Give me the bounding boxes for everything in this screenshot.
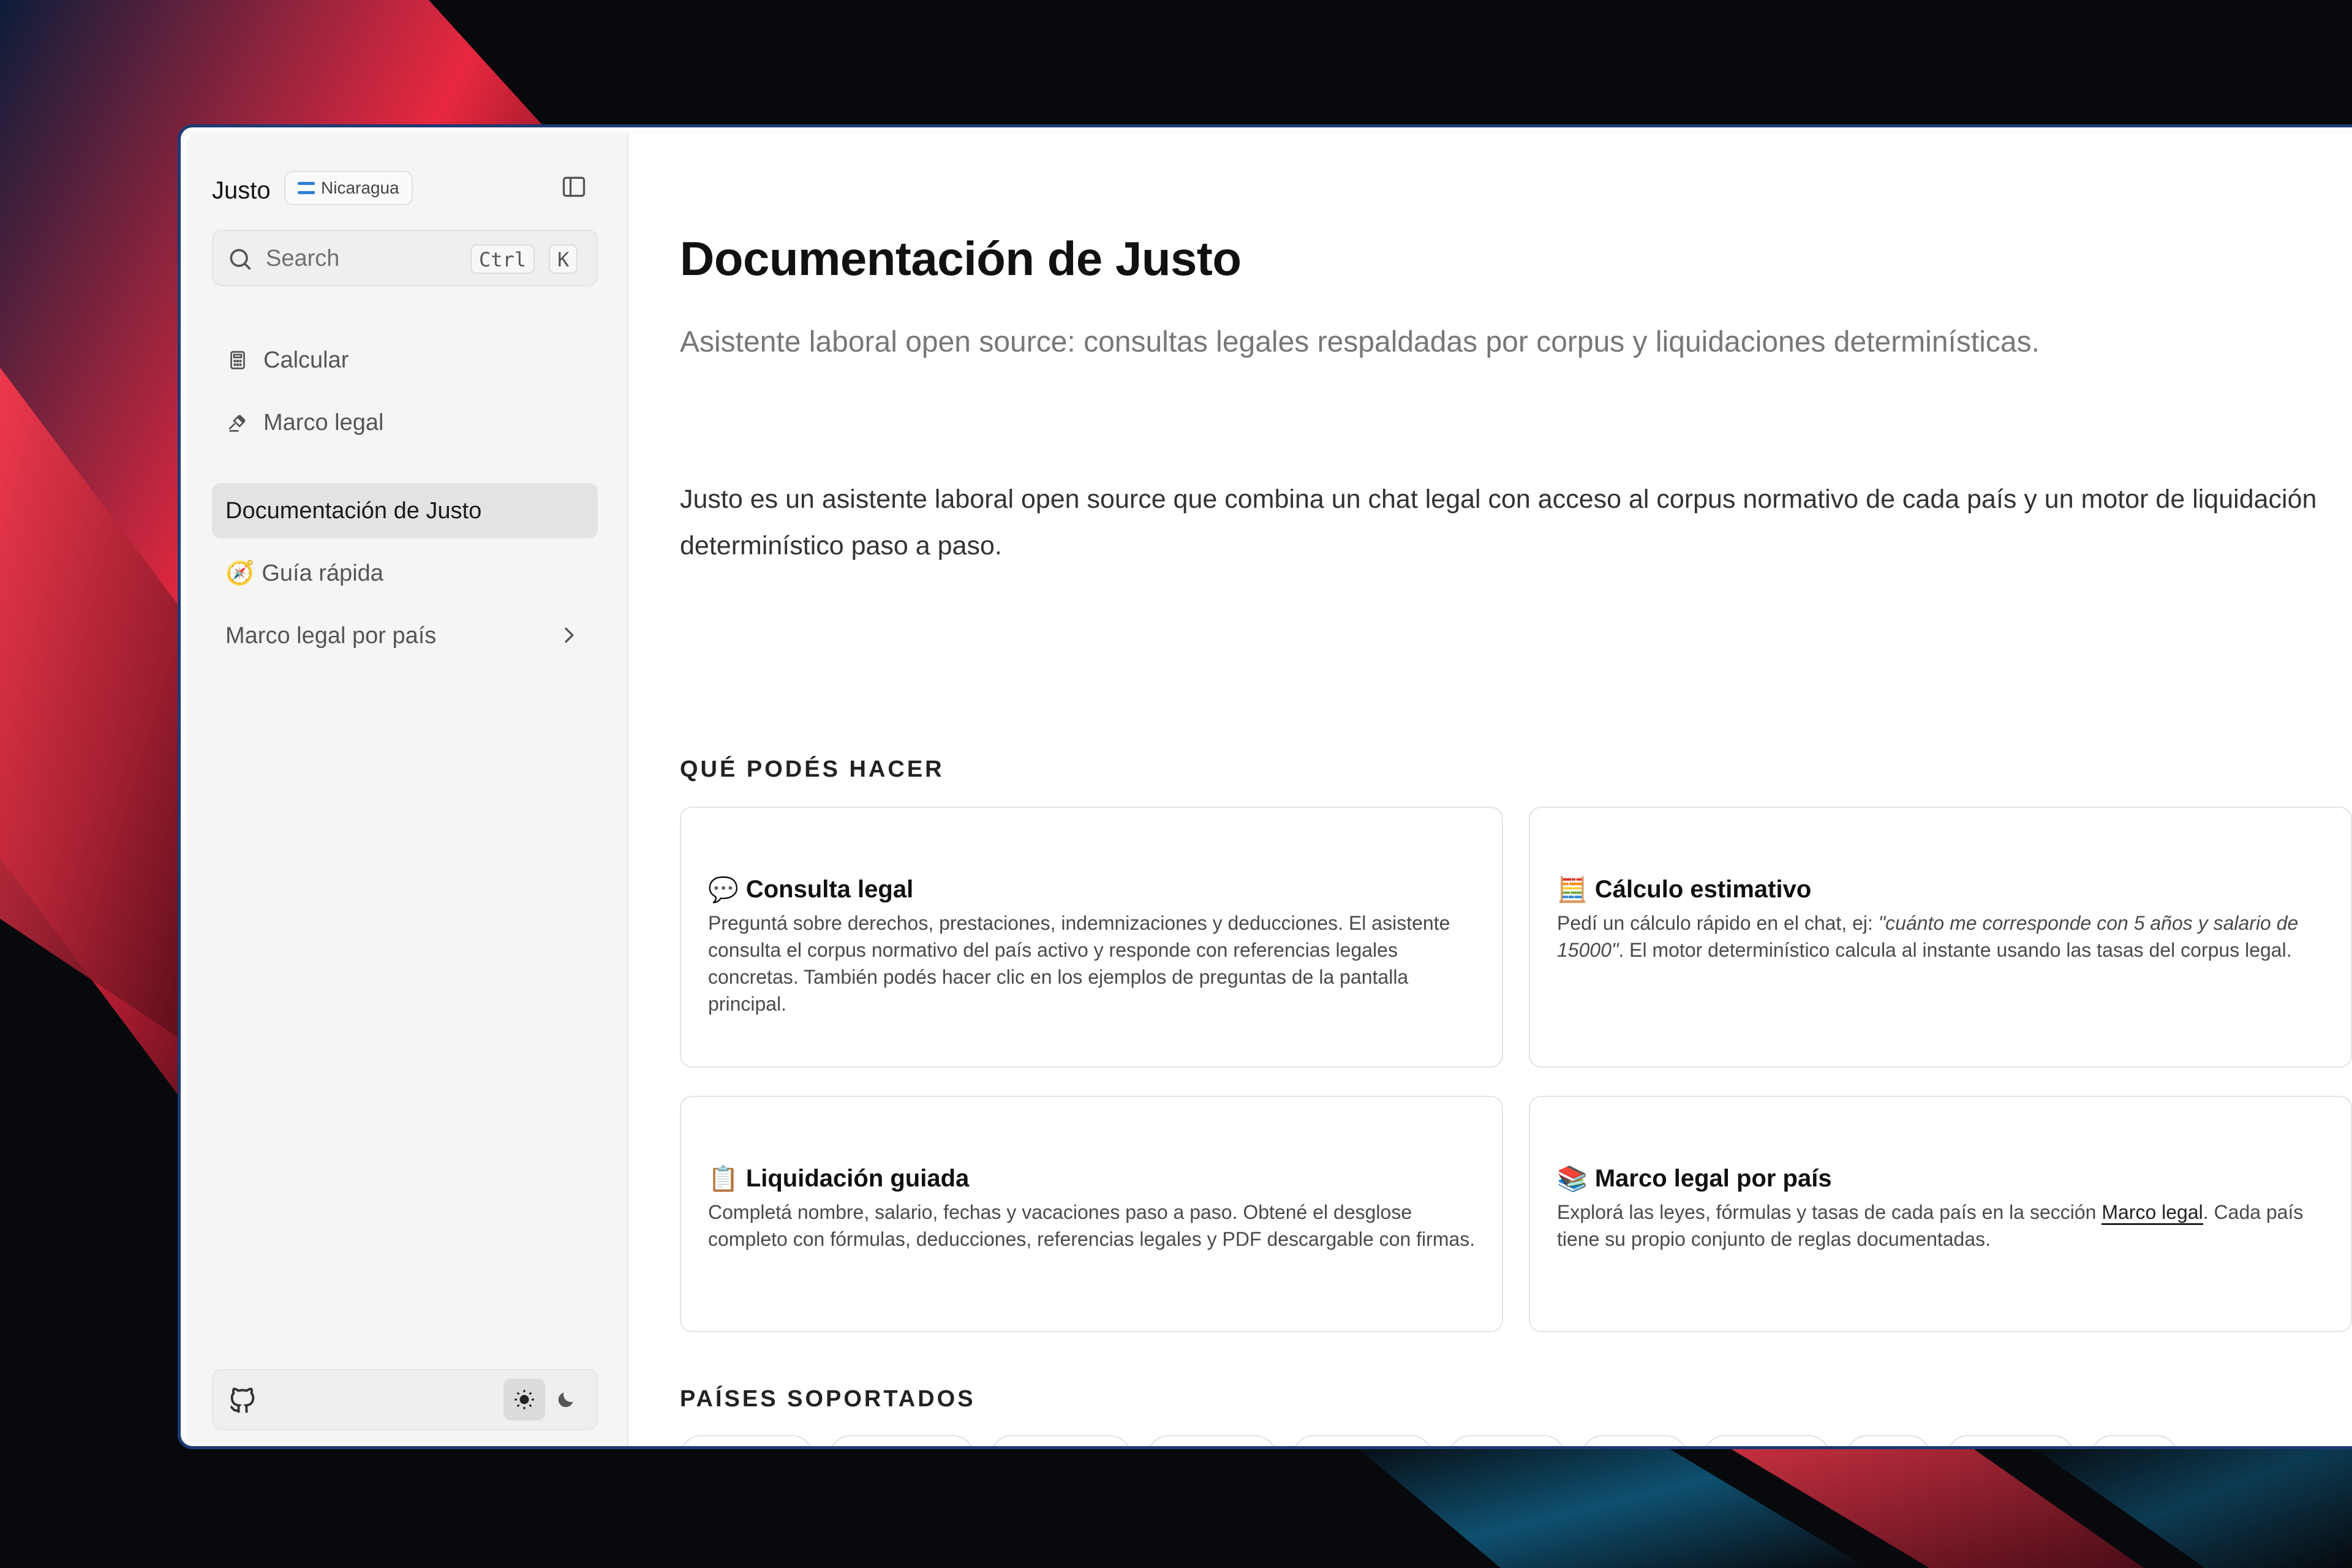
marco-legal-link[interactable]: Marco legal [2101,1201,2203,1225]
compass-icon: 🧭 [225,560,255,586]
sidebar-item-label: Guía rápida [262,560,383,586]
moon-icon [558,1392,573,1408]
shortcut-k: K [549,244,578,274]
sun-icon [514,1390,534,1409]
country-badge[interactable]: Nicaragua [284,171,413,205]
card-body-text: Pedí un cálculo rápido en el chat, ej: [1557,912,1879,934]
card-body-text: Explorá las leyes, fórmulas y tasas de c… [1557,1201,2102,1223]
feature-card-liquidacion-guiada[interactable]: 📋 Liquidación guiada Completá nombre, sa… [680,1096,1503,1332]
panel-left-icon [562,176,586,197]
sidebar: Justo Nicaragua Search Ctrl K Calcular M… [186,133,628,1446]
country-chip[interactable]: Guatemala [990,1435,1131,1446]
flag-icon [298,182,315,194]
sidebar-item-label: Documentación de Justo [225,497,482,524]
feature-card-marco-legal-por-pais[interactable]: 📚 Marco legal por país Explorá las leyes… [1529,1096,2352,1332]
card-title-text: Marco legal por país [1594,1165,1832,1192]
sidebar-toggle-button[interactable] [557,170,591,204]
sidebar-item-guia-rapida[interactable]: 🧭 Guía rápida [212,546,598,601]
card-body: Pedí un cálculo rápido en el chat, ej: "… [1557,910,2326,963]
main-content: Documentación de Justo Asistente laboral… [628,133,2352,1446]
feature-card-consulta-legal[interactable]: 💬 Consulta legal Preguntá sobre derechos… [680,807,1503,1068]
search-icon [230,249,251,270]
intro-paragraph: Justo es un asistente laboral open sourc… [680,484,2317,560]
country-chip[interactable]: El Salvador [829,1435,975,1446]
gavel-icon [225,410,250,435]
sidebar-item-calcular[interactable]: Calcular [212,333,598,388]
clipboard-icon: 📋 [708,1166,739,1193]
card-title-text: Cálculo estimativo [1594,876,1812,903]
card-title: 📋 Liquidación guiada [708,1164,969,1193]
country-chip[interactable]: Panamá [1449,1435,1566,1446]
country-label: Nicaragua [321,178,399,197]
country-chip-list: Nicaragua El Salvador Guatemala Honduras… [680,1435,2179,1446]
page-title: Documentación de Justo [680,232,1242,285]
card-title: 📚 Marco legal por país [1557,1164,1832,1193]
speech-bubble-icon: 💬 [708,876,739,903]
sidebar-item-marco-legal[interactable]: Marco legal [212,395,598,450]
search-input[interactable]: Search Ctrl K [212,230,598,286]
sidebar-item-label: Marco legal [263,409,384,435]
country-chip[interactable]: Colombia [1703,1435,1830,1446]
page-subtitle: Asistente laboral open source: consultas… [680,326,2040,358]
country-chip[interactable]: Honduras [1147,1435,1276,1446]
brand-name: Justo [212,177,271,204]
card-body: Explorá las leyes, fórmulas y tasas de c… [1557,1199,2326,1253]
country-chip[interactable]: Costa Rica [1292,1435,1433,1446]
sidebar-footer [212,1369,598,1430]
dark-theme-button[interactable] [545,1379,587,1420]
section-heading-countries: PAÍSES SOPORTADOS [680,1386,976,1412]
country-chip[interactable]: Perú [1845,1435,1931,1446]
card-title: 🧮 Cálculo estimativo [1557,875,1811,904]
light-theme-button[interactable] [503,1379,545,1420]
card-body-text: . El motor determinístico calcula al ins… [1618,939,2292,961]
card-title: 💬 Consulta legal [708,875,913,904]
section-heading-features: QUÉ PODÉS HACER [680,756,944,782]
country-chip[interactable]: Argentina [1946,1435,2075,1446]
books-icon: 📚 [1557,1166,1588,1193]
theme-toggle [503,1379,589,1420]
country-chip[interactable]: Chile [2090,1435,2179,1446]
sidebar-item-label: Calcular [263,347,349,373]
card-body: Completá nombre, salario, fechas y vacac… [708,1201,1476,1250]
country-chip[interactable]: México [1581,1435,1687,1446]
shortcut-ctrl: Ctrl [470,244,535,274]
abacus-icon: 🧮 [1557,876,1588,903]
card-title-text: Liquidación guiada [745,1165,970,1192]
search-placeholder: Search [266,246,340,271]
calculator-icon [225,348,250,372]
feature-card-calculo-estimativo[interactable]: 🧮 Cálculo estimativo Pedí un cálculo ráp… [1529,807,2352,1068]
app-window: Justo Nicaragua Search Ctrl K Calcular M… [178,124,2352,1449]
card-title-text: Consulta legal [745,876,914,903]
card-body: Preguntá sobre derechos, prestaciones, i… [708,912,1450,1015]
sidebar-item-label: Marco legal por país [225,622,437,649]
github-icon[interactable] [227,1385,258,1417]
chevron-right-icon [564,627,575,643]
sidebar-item-documentacion[interactable]: Documentación de Justo [212,483,598,538]
sidebar-item-marco-legal-por-pais[interactable]: Marco legal por país [212,608,598,663]
country-chip[interactable]: Nicaragua [680,1435,814,1446]
